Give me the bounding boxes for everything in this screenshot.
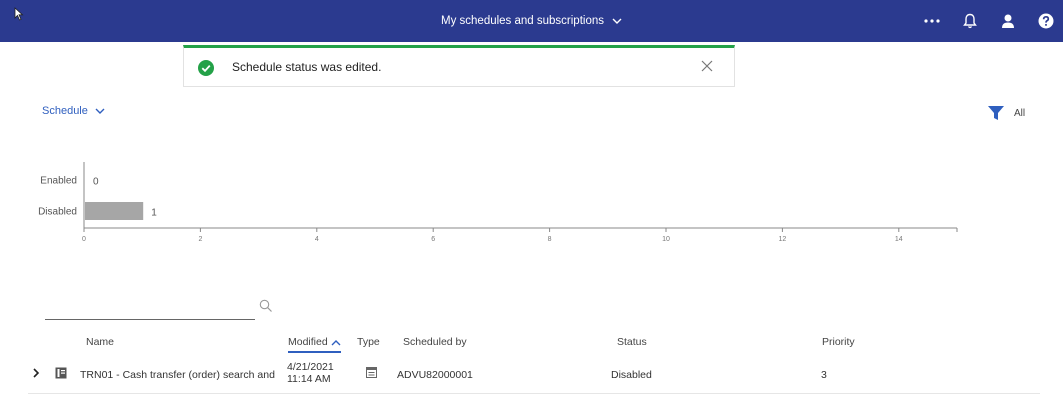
chart-x-tick-label: 10 [662, 236, 670, 243]
header-title: My schedules and subscriptions [441, 15, 604, 27]
row-status: Disabled [611, 369, 652, 381]
column-header-modified-label: Modified [288, 336, 328, 348]
row-scheduled-by: ADVU82000001 [397, 369, 473, 381]
chart-category-label: Enabled [40, 176, 77, 187]
help-icon[interactable] [1037, 12, 1055, 30]
column-header-status[interactable]: Status [617, 336, 647, 348]
user-profile-icon[interactable] [999, 12, 1017, 30]
sort-ascending-icon [331, 339, 341, 345]
column-header-scheduled-by[interactable]: Scheduled by [403, 336, 467, 348]
column-header-type[interactable]: Type [357, 336, 380, 348]
top-header: My schedules and subscriptions [0, 0, 1063, 42]
chart-category-label: Disabled [38, 207, 77, 218]
chart-x-tick-label: 8 [548, 236, 552, 243]
chart-x-tick-label: 0 [82, 236, 86, 243]
column-header-modified[interactable]: Modified [288, 336, 341, 353]
chart-data-label: 0 [93, 177, 99, 188]
more-options-icon[interactable] [923, 12, 941, 30]
chart-x-tick-label: 12 [779, 236, 787, 243]
row-modified-time: 11:14 AM [287, 373, 331, 385]
report-icon [55, 367, 67, 379]
success-checkmark-icon [198, 60, 214, 76]
chevron-right-icon[interactable] [32, 367, 40, 379]
row-modified-date: 4/21/2021 [287, 361, 334, 373]
filter-label: All [1014, 108, 1026, 119]
notifications-bell-icon[interactable] [961, 12, 979, 30]
table-search-box[interactable] [45, 300, 255, 320]
success-toast: Schedule status was edited. [183, 45, 735, 87]
filter-icon [988, 106, 1004, 120]
row-priority: 3 [821, 369, 827, 381]
schedule-dropdown-label: Schedule [42, 105, 88, 117]
chart-x-tick-label: 4 [315, 236, 319, 243]
column-header-name[interactable]: Name [86, 336, 114, 348]
column-header-priority[interactable]: Priority [822, 336, 855, 348]
view-switcher-dropdown[interactable]: My schedules and subscriptions [441, 15, 622, 27]
chevron-down-icon [95, 108, 105, 114]
chart-x-tick-label: 2 [198, 236, 202, 243]
chart-bar [85, 202, 144, 220]
schedule-status-chart: 0 2 4 6 8 10 12 14 Enabled 0 Disabled 1 [38, 162, 958, 243]
chart-x-tick-label: 14 [895, 236, 903, 243]
row-name[interactable]: TRN01 - Cash transfer (order) search and [80, 369, 285, 381]
chart-data-label: 1 [151, 208, 157, 219]
schedule-type-icon [366, 367, 377, 378]
schedule-view-dropdown[interactable]: Schedule [42, 105, 105, 117]
chevron-down-icon [612, 18, 622, 24]
filter-button[interactable]: All [988, 106, 1025, 121]
close-icon[interactable] [700, 59, 714, 73]
toast-message: Schedule status was edited. [232, 60, 382, 74]
row-modified: 4/21/2021 11:14 AM [287, 361, 334, 385]
search-icon[interactable] [259, 299, 273, 313]
chart-x-tick-label: 6 [431, 236, 435, 243]
search-input[interactable] [45, 300, 255, 320]
